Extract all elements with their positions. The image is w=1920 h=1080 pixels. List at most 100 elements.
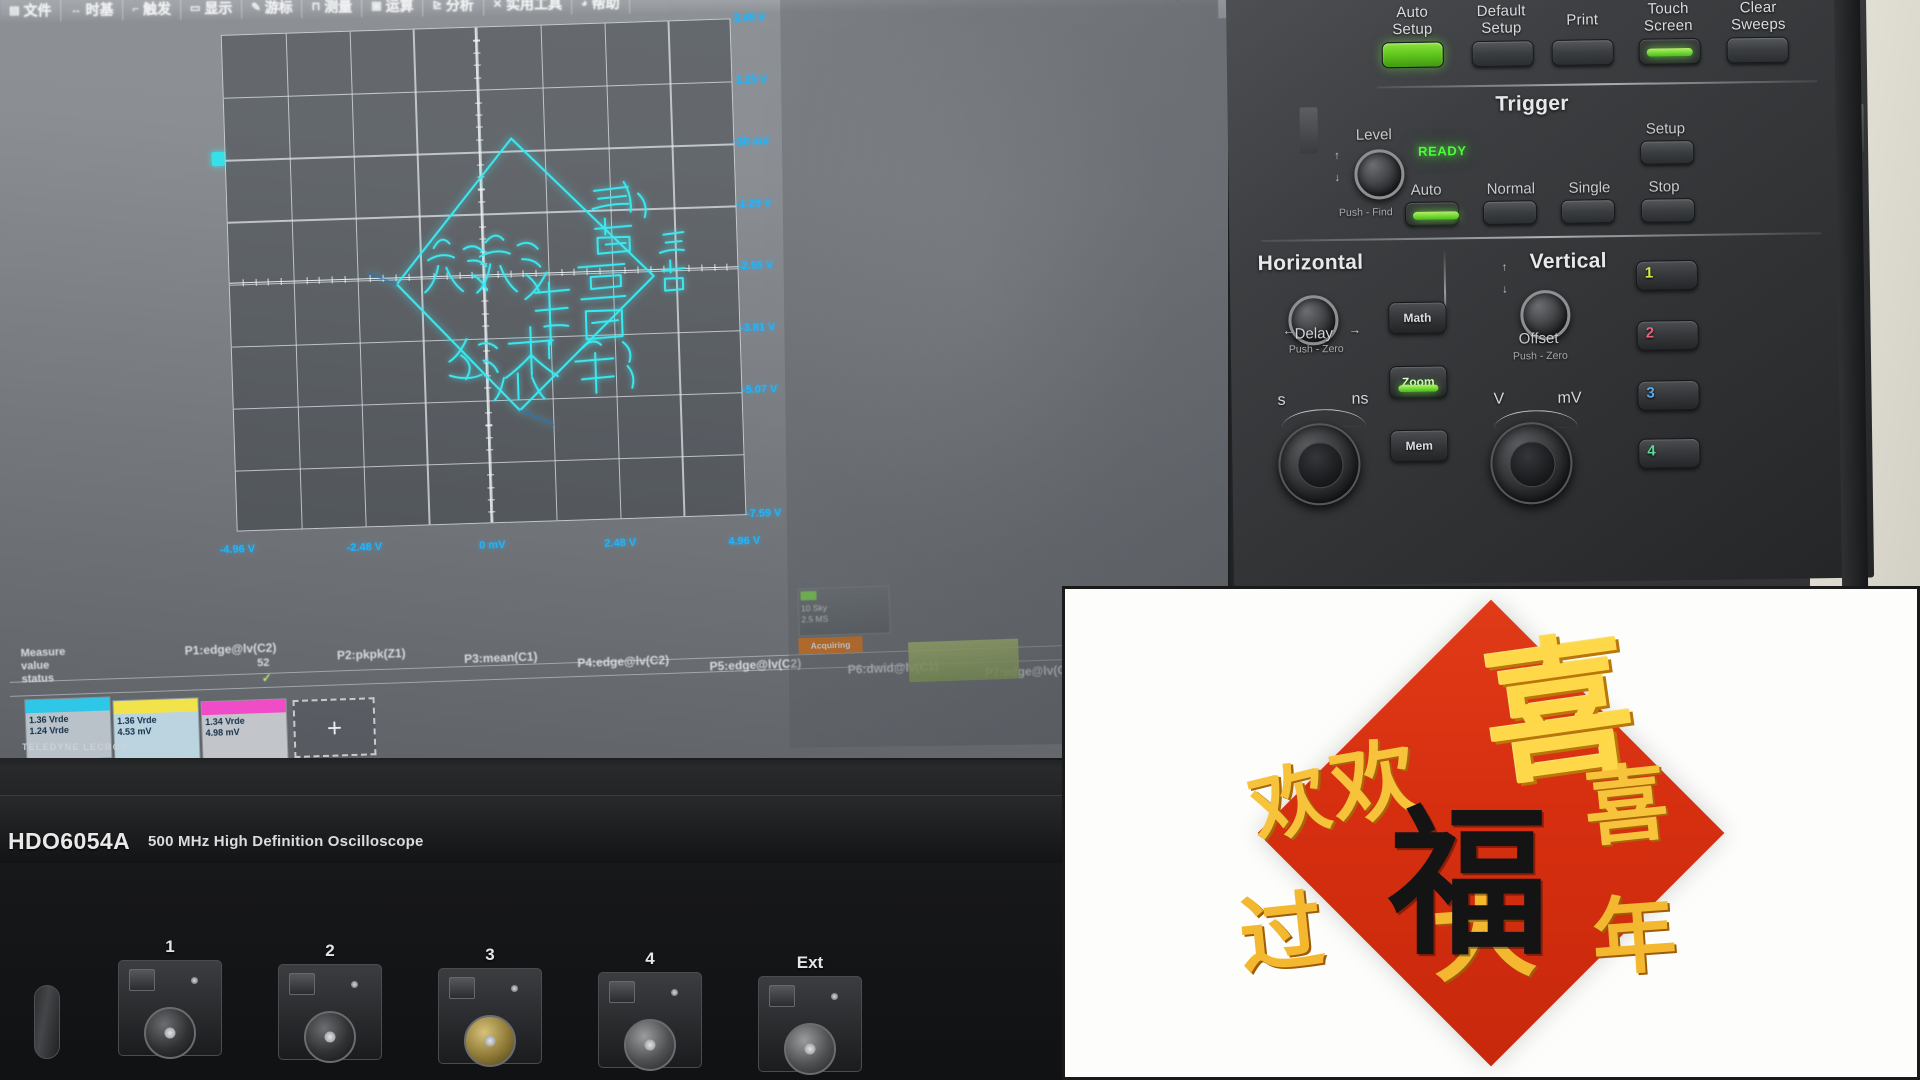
measurement-table[interactable]: Measure value status P1:edge@lv(C2) P2:p… bbox=[9, 607, 1172, 758]
trigger-normal-label: Normal bbox=[1486, 180, 1536, 198]
input-channel-2[interactable]: 2 bbox=[278, 941, 382, 1063]
menu-label: 显示 bbox=[204, 0, 233, 16]
display-icon: ▭ bbox=[189, 2, 201, 15]
default-setup-button[interactable] bbox=[1471, 40, 1534, 68]
trigger-single-button[interactable] bbox=[1560, 199, 1616, 224]
bnc-connector[interactable] bbox=[624, 1019, 676, 1071]
horizontal-delay-sub-label: Push - Zero bbox=[1288, 342, 1344, 356]
touch-screen-button[interactable] bbox=[1638, 37, 1701, 65]
trigger-auto-label: Auto bbox=[1410, 181, 1442, 199]
vertical-scale-knob[interactable] bbox=[1489, 421, 1574, 505]
menu-item-timebase[interactable]: ↔ 时基 bbox=[61, 0, 124, 21]
vertical-unit-left: V bbox=[1493, 390, 1505, 408]
menu-item-analysis[interactable]: ⊵ 分析 bbox=[423, 0, 484, 16]
input-channel-4[interactable]: 4 bbox=[598, 949, 702, 1071]
channel-number-label: 1 bbox=[1644, 264, 1654, 282]
probe-sense-contact bbox=[129, 969, 155, 991]
control-panel: Auto Setup Default Setup Print Touch Screen… bbox=[1225, 0, 1875, 587]
channel-number-label: 3 bbox=[1646, 384, 1655, 402]
status-led-icon bbox=[800, 590, 817, 601]
delay-right-arrow-icon: → bbox=[1348, 322, 1362, 337]
channel-1-button[interactable]: 1 bbox=[1635, 259, 1699, 291]
channel-4-button[interactable]: 4 bbox=[1638, 437, 1701, 469]
channel-led-icon bbox=[511, 985, 518, 992]
bnc-connector[interactable] bbox=[784, 1023, 836, 1075]
measurement-status-p1: 52 bbox=[256, 656, 270, 670]
measurement-value: 1.36 Vrde bbox=[28, 713, 69, 726]
trigger-normal-button[interactable] bbox=[1482, 200, 1538, 225]
measurement-value2: 1.24 Vrde bbox=[29, 724, 70, 737]
y-axis-tick-label: -2.55 V bbox=[737, 259, 774, 273]
menu-item-math[interactable]: ▣ 运算 bbox=[362, 0, 424, 17]
horizontal-section-title: Horizontal bbox=[1257, 250, 1364, 276]
math-icon: ▣ bbox=[371, 0, 382, 13]
trigger-level-knob[interactable] bbox=[1354, 149, 1405, 200]
vertical-unit-right: mV bbox=[1557, 389, 1582, 407]
channel-led-icon bbox=[671, 989, 678, 996]
y-axis-tick-label: -30 mV bbox=[733, 135, 770, 149]
channel-2-button[interactable]: 2 bbox=[1636, 319, 1699, 351]
measurement-header-p1[interactable]: P1:edge@lv(C2) bbox=[184, 641, 276, 658]
auto-setup-label: Auto Setup bbox=[1392, 3, 1433, 39]
divider-trigger bbox=[1261, 232, 1822, 242]
channel-3-button[interactable]: 3 bbox=[1637, 379, 1700, 411]
measurement-cell-p3[interactable]: 1.34 Vrde 4.98 mV bbox=[200, 698, 289, 758]
clear-sweeps-button[interactable] bbox=[1726, 36, 1789, 64]
measurement-value: 1.36 Vrde bbox=[116, 714, 157, 727]
acquisition-status-panel[interactable]: 10 Sky 2.5 MS bbox=[797, 585, 891, 637]
input-channel-1[interactable]: 1 bbox=[118, 937, 222, 1059]
y-axis-tick-label: 2.49 V bbox=[733, 11, 766, 25]
model-label: HDO6054A bbox=[8, 828, 131, 854]
measurement-header-p2[interactable]: P2:pkpk(Z1) bbox=[337, 646, 406, 662]
menu-item-trigger[interactable]: ⌐ 触发 bbox=[123, 0, 182, 20]
measure-row-label: Measure bbox=[20, 645, 66, 660]
trigger-auto-button[interactable] bbox=[1404, 201, 1460, 227]
print-button[interactable] bbox=[1551, 39, 1614, 66]
x-axis-tick-label: -4.96 V bbox=[219, 543, 256, 557]
xy-waveform-trace bbox=[367, 137, 686, 426]
channel-number-label: 4 bbox=[1647, 442, 1656, 460]
graticule-area[interactable]: 2.49 V 1.23 V -30 mV -1.29 V -2.55 V -3.… bbox=[165, 10, 782, 556]
menu-label: 游标 bbox=[264, 0, 293, 16]
character-nian: 年 bbox=[1589, 888, 1680, 988]
trigger-setup-button[interactable] bbox=[1639, 139, 1695, 165]
y-axis-tick-label: 1.23 V bbox=[735, 73, 768, 87]
measurement-value2: 4.53 mV bbox=[117, 726, 152, 738]
math-button[interactable]: Math bbox=[1388, 301, 1447, 335]
menu-label: 时基 bbox=[85, 1, 114, 18]
trigger-single-label: Single bbox=[1568, 179, 1611, 197]
trigger-setup-label: Setup bbox=[1645, 120, 1686, 138]
auto-setup-button[interactable] bbox=[1381, 41, 1444, 69]
menu-item-help[interactable]: ◕ 帮助 bbox=[571, 0, 630, 15]
menu-item-file[interactable]: ▤ 文件 bbox=[0, 0, 62, 22]
x-axis-tick-label: 2.48 V bbox=[604, 536, 637, 550]
level-up-arrow-icon: ↑ bbox=[1334, 149, 1340, 163]
channel-led-icon bbox=[191, 977, 198, 984]
mem-button[interactable]: Mem bbox=[1389, 429, 1449, 463]
trigger-stop-button[interactable] bbox=[1640, 197, 1696, 223]
add-measurement-button[interactable]: + bbox=[292, 697, 377, 758]
probe-sense-contact bbox=[449, 977, 475, 999]
input-label: 4 bbox=[645, 949, 655, 968]
screen-green-panel bbox=[908, 638, 1020, 683]
bnc-connector[interactable] bbox=[304, 1011, 356, 1063]
input-connector-row: 1 2 3 4 Ext bbox=[0, 937, 1060, 1080]
measure-icon: ⊓ bbox=[311, 0, 321, 13]
divider-top bbox=[1377, 80, 1818, 88]
bnc-connector[interactable] bbox=[144, 1007, 196, 1059]
delay-left-arrow-icon: ← bbox=[1282, 323, 1296, 338]
trigger-stop-label: Stop bbox=[1648, 178, 1680, 196]
zoom-button[interactable]: Zoom bbox=[1389, 365, 1448, 399]
input-channel-3[interactable]: 3 bbox=[438, 945, 542, 1067]
offset-up-arrow-icon: ↑ bbox=[1501, 261, 1508, 274]
utilities-icon: ✕ bbox=[492, 0, 503, 11]
input-ext-trigger[interactable]: Ext bbox=[758, 953, 862, 1075]
menu-label: 文件 bbox=[23, 1, 52, 19]
y-axis-tick-label: -1.29 V bbox=[735, 197, 772, 211]
menu-item-cursor[interactable]: ✎ 游标 bbox=[242, 0, 303, 19]
menu-item-utilities[interactable]: ✕ 实用工具 bbox=[483, 0, 573, 16]
horizontal-timebase-knob[interactable] bbox=[1277, 422, 1362, 506]
menu-item-measure[interactable]: ⊓ 测量 bbox=[302, 0, 363, 18]
bnc-connector[interactable] bbox=[464, 1015, 516, 1067]
menu-item-display[interactable]: ▭ 显示 bbox=[180, 0, 243, 20]
